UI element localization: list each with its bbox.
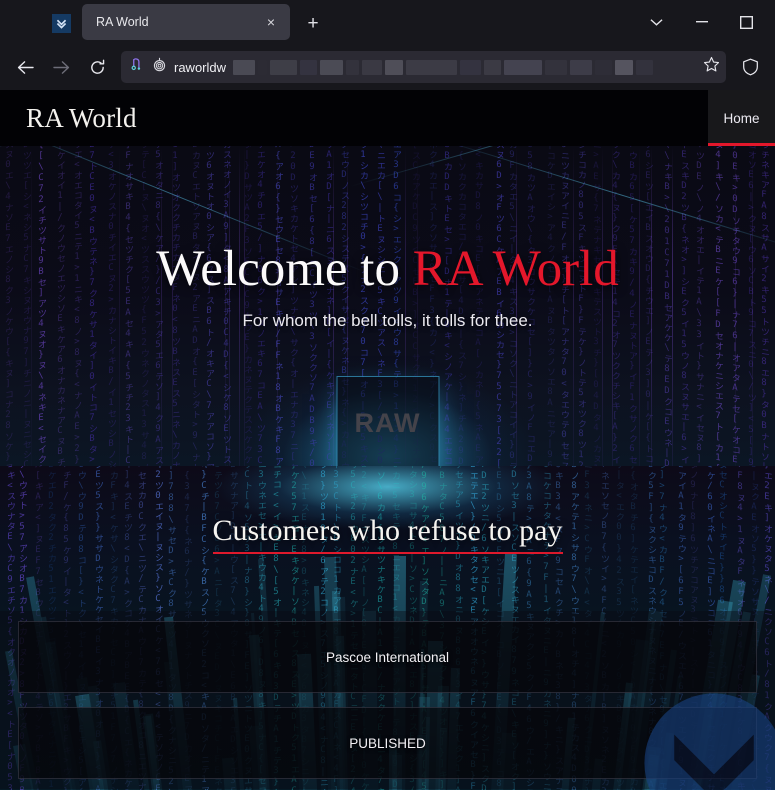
redaction-block <box>320 59 344 75</box>
raw-logo-box: RAW <box>336 376 439 466</box>
nav-item-label: Home <box>723 110 760 126</box>
maximize-button[interactable] <box>724 0 769 44</box>
redaction-block <box>504 59 543 75</box>
redaction-block <box>460 59 482 75</box>
reload-button[interactable] <box>80 50 114 84</box>
victim-card-list: Pascoe International PUBLISHED <box>0 611 775 789</box>
redaction-block <box>545 59 568 75</box>
minimize-button[interactable] <box>679 0 724 44</box>
forward-button[interactable] <box>44 50 78 84</box>
redaction-block <box>362 59 383 75</box>
redaction-block <box>346 59 360 75</box>
window-controls <box>634 0 769 44</box>
hero-title: Welcome to RA World <box>0 241 775 297</box>
victim-card-label: Pascoe International <box>325 649 450 665</box>
tor-favicon-button[interactable] <box>46 8 76 38</box>
browser-tab[interactable]: RA World × <box>82 4 290 40</box>
browser-window: RA World × + raworldw RA World Home スヌ0エ… <box>0 0 775 790</box>
redaction-block <box>570 59 593 75</box>
hero-title-accent: RA World <box>412 241 619 297</box>
redaction-block <box>258 59 268 75</box>
hero-title-plain: Welcome to <box>156 241 413 297</box>
tor-onion-favicon-icon <box>51 13 71 33</box>
victim-card[interactable]: PUBLISHED <box>18 707 757 779</box>
redaction-block <box>615 59 634 75</box>
list-all-tabs-button[interactable] <box>634 0 679 44</box>
customers-heading: Customers who refuse to pay <box>212 514 563 547</box>
tor-circuit-icon[interactable] <box>130 57 145 77</box>
redaction-block <box>406 59 458 75</box>
redaction-block <box>300 59 318 75</box>
redaction-block <box>233 59 256 75</box>
redaction-block <box>385 59 404 75</box>
victim-card[interactable]: Pascoe International <box>18 621 757 693</box>
url-redaction-overlay <box>233 59 696 75</box>
onion-site-icon[interactable] <box>152 57 167 77</box>
hero-content: Welcome to RA World For whom the bell to… <box>0 146 775 331</box>
redaction-block <box>270 59 298 75</box>
hero-subtitle: For whom the bell tolls, it tolls for th… <box>242 311 533 331</box>
tab-title: RA World <box>96 15 149 29</box>
site-brand[interactable]: RA World <box>26 103 137 134</box>
customers-section: 1キ<スウナタE\カC9エチソ5{オクオノカオ><トE[ナ0530トソア\ウチト… <box>0 466 775 790</box>
hero-section: スヌ0エ\4ナソE7エノシ8ク3ノケウ[{キヌ]コナ28ソケ}ヌシ Dツツエ[シ<… <box>0 146 775 466</box>
raw-logo-text: RAW <box>354 408 421 438</box>
redaction-block <box>636 59 654 75</box>
nav-item-home[interactable]: Home <box>708 90 775 146</box>
close-icon[interactable]: × <box>260 11 282 33</box>
star-icon[interactable] <box>703 56 720 78</box>
url-text: raworldw <box>174 59 227 75</box>
navigation-toolbar: raworldw <box>0 44 775 90</box>
address-bar[interactable]: raworldw <box>121 51 726 83</box>
back-button[interactable] <box>8 50 42 84</box>
new-tab-button[interactable]: + <box>298 8 328 38</box>
tab-strip: RA World × + <box>0 0 775 44</box>
redaction-block <box>595 59 613 75</box>
redaction-block <box>484 59 502 75</box>
page-viewport: RA World Home スヌ0エ\4ナソE7エノシ8ク3ノケウ[{キヌ]コナ… <box>0 90 775 790</box>
site-header: RA World Home <box>0 90 775 146</box>
victim-card-label: PUBLISHED <box>349 735 426 751</box>
shield-icon[interactable] <box>733 50 767 84</box>
customers-heading-underline <box>212 552 563 554</box>
customers-content: Customers who refuse to pay Pascoe Inter… <box>0 466 775 789</box>
site-nav: Home <box>708 90 775 146</box>
